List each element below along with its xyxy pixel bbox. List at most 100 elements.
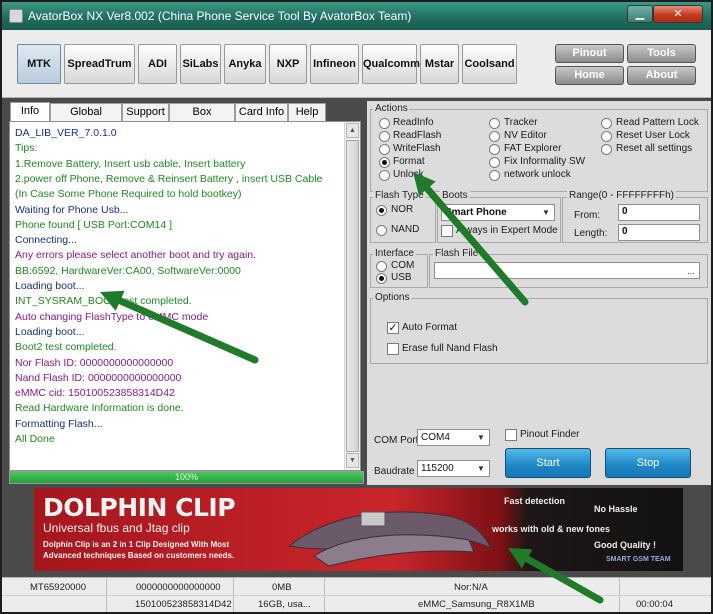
banner-good-quality: Good Quality ! — [594, 540, 656, 550]
action-reset-user-lock-radio[interactable] — [601, 131, 612, 142]
auto-format-checkbox[interactable]: ✓ — [387, 322, 399, 334]
action-reset-all-settings-radio[interactable] — [601, 144, 612, 155]
about-button[interactable]: About — [627, 66, 696, 85]
baudrate-select[interactable]: 115200 ▼ — [417, 460, 490, 477]
interface-usb-radio[interactable] — [376, 273, 387, 284]
scroll-up-icon[interactable]: ▲ — [346, 123, 359, 138]
platform-qualcomm[interactable]: Qualcomm — [362, 44, 420, 84]
start-button[interactable]: Start — [505, 448, 591, 478]
tab-box-manager[interactable]: Box Manager — [169, 103, 235, 135]
close-button[interactable]: ✕ — [653, 5, 703, 23]
action-reset-user-lock-label: Reset User Lock — [616, 130, 690, 141]
platform-coolsand[interactable]: Coolsand — [462, 44, 517, 84]
log-line: 2.power off Phone, Remove & Reinsert Bat… — [15, 172, 323, 185]
action-fix-informality-radio[interactable] — [489, 157, 500, 168]
log-panel: DA_LIB_VER_7.0.1.0 Tips: 1.Remove Battery,… — [9, 121, 361, 471]
platform-anyka[interactable]: Anyka — [224, 44, 266, 84]
dolphin-clip-banner[interactable]: DOLPHIN CLIP Universal fbus and Jtag cli… — [34, 488, 683, 571]
baudrate-value: 115200 — [421, 463, 454, 474]
action-format-radio[interactable] — [379, 157, 390, 168]
log-scrollbar[interactable]: ▲ ▼ — [344, 122, 360, 470]
pinout-finder-label: Pinout Finder — [520, 429, 580, 440]
action-fat-explorer-label: FAT Explorer — [504, 143, 562, 154]
pinout-finder-checkbox[interactable] — [505, 429, 517, 441]
log-line: Boot2 test completed. — [15, 341, 117, 354]
action-read-pattern-lock-radio[interactable] — [601, 118, 612, 129]
interface-com-radio[interactable] — [376, 261, 387, 272]
scroll-down-icon[interactable]: ▼ — [346, 453, 359, 468]
log-line: 1.Remove Battery, Insert usb cable, Inse… — [15, 157, 246, 170]
app-icon — [9, 9, 23, 23]
action-network-unlock-label: network unlock — [504, 169, 571, 180]
action-readflash-radio[interactable] — [379, 131, 390, 142]
boots-select[interactable]: Smart Phone ▼ — [441, 204, 555, 221]
status-bar: MT65920000 0000000000000000 0MB Nor:N/A … — [2, 577, 711, 612]
banner-subtitle: Universal fbus and Jtag clip — [43, 521, 190, 535]
title-bar: AvatorBox NX Ver8.002 (China Phone Servi… — [2, 2, 711, 30]
boots-legend: Boots — [440, 190, 470, 201]
tab-info[interactable]: Info — [10, 102, 50, 121]
log-line: DA_LIB_VER_7.0.1.0 — [15, 127, 117, 139]
action-tracker-radio[interactable] — [489, 118, 500, 129]
action-reset-all-settings-label: Reset all settings — [616, 143, 693, 154]
minimize-button[interactable]: ▁ — [627, 5, 653, 23]
log-line: Nor Flash ID: 0000000000000000 — [15, 356, 174, 369]
action-unlock-label: Unlock — [393, 169, 424, 180]
log-line: Auto changing FlashType to eMMC mode — [15, 310, 209, 323]
actions-legend: Actions — [373, 103, 410, 114]
always-expert-checkbox[interactable] — [441, 225, 453, 237]
range-length-input[interactable]: 0 — [618, 224, 700, 241]
action-readinfo-label: ReadInfo — [393, 117, 434, 128]
home-button[interactable]: Home — [555, 66, 624, 85]
log-line: (In Case Some Phone Required to hold boo… — [15, 188, 242, 201]
auto-format-label: Auto Format — [402, 322, 458, 333]
flash-nor-radio[interactable] — [376, 205, 387, 216]
action-writeflash-radio[interactable] — [379, 144, 390, 155]
action-fat-explorer-radio[interactable] — [489, 144, 500, 155]
platform-spreadtrum[interactable]: SpreadTrum — [64, 44, 135, 84]
log-line: Read Hardware Information is done. — [15, 402, 184, 415]
log-line: BB:6592, HardwareVer:CA00, SoftwareVer:0… — [15, 264, 241, 277]
flash-type-legend: Flash Type — [373, 190, 426, 201]
log-line: Any errors please select another boot an… — [15, 249, 257, 262]
stop-button[interactable]: Stop — [605, 448, 691, 478]
platform-infineon[interactable]: Infineon — [310, 44, 359, 84]
status-nor: Nor:N/A — [454, 582, 488, 593]
erase-nand-label: Erase full Nand Flash — [402, 343, 498, 354]
log-line: Waiting for Phone Usb... — [15, 203, 129, 216]
action-readinfo-radio[interactable] — [379, 118, 390, 129]
action-network-unlock-radio[interactable] — [489, 170, 500, 181]
scroll-thumb[interactable] — [346, 140, 359, 452]
platform-mstar[interactable]: Mstar — [420, 44, 459, 84]
tab-global-settings[interactable]: Global Settings — [50, 103, 122, 135]
flash-file-input[interactable]: ... — [434, 262, 700, 279]
action-tracker-label: Tracker — [504, 117, 538, 128]
flash-nand-radio[interactable] — [376, 225, 387, 236]
range-from-input[interactable]: 0 — [618, 204, 700, 221]
platform-nxp[interactable]: NXP — [269, 44, 307, 84]
action-nv-editor-radio[interactable] — [489, 131, 500, 142]
action-format-label: Format — [393, 156, 425, 167]
chevron-down-icon: ▼ — [477, 464, 485, 473]
erase-nand-checkbox[interactable] — [387, 343, 399, 355]
log-line: Phone found [ USB Port:COM14 ] — [15, 218, 172, 231]
log-line: Connecting... — [15, 234, 77, 247]
always-expert-label: Always in Expert Mode — [456, 225, 558, 236]
status-timer: 00:00:04 — [636, 599, 673, 610]
tab-support[interactable]: Support — [122, 103, 169, 121]
platform-adi[interactable]: ADI — [138, 44, 177, 84]
interface-legend: Interface — [373, 248, 416, 259]
progress-bar: 100% — [9, 471, 364, 484]
pinout-button[interactable]: Pinout — [555, 44, 624, 63]
platform-mtk[interactable]: MTK — [17, 44, 61, 84]
tools-button[interactable]: Tools — [627, 44, 696, 63]
platform-silabs[interactable]: SiLabs — [180, 44, 221, 84]
range-legend: Range(0 - FFFFFFFFh) — [567, 190, 677, 201]
tab-card-info[interactable]: Card Info — [235, 103, 288, 121]
banner-no-hassle: No Hassle — [594, 504, 638, 514]
com-port-select[interactable]: COM4 ▼ — [417, 429, 490, 446]
browse-icon[interactable]: ... — [684, 264, 698, 278]
action-unlock-radio[interactable] — [379, 170, 390, 181]
tab-help[interactable]: Help — [288, 103, 326, 121]
log-line: Nand Flash ID: 0000000000000000 — [15, 371, 182, 384]
